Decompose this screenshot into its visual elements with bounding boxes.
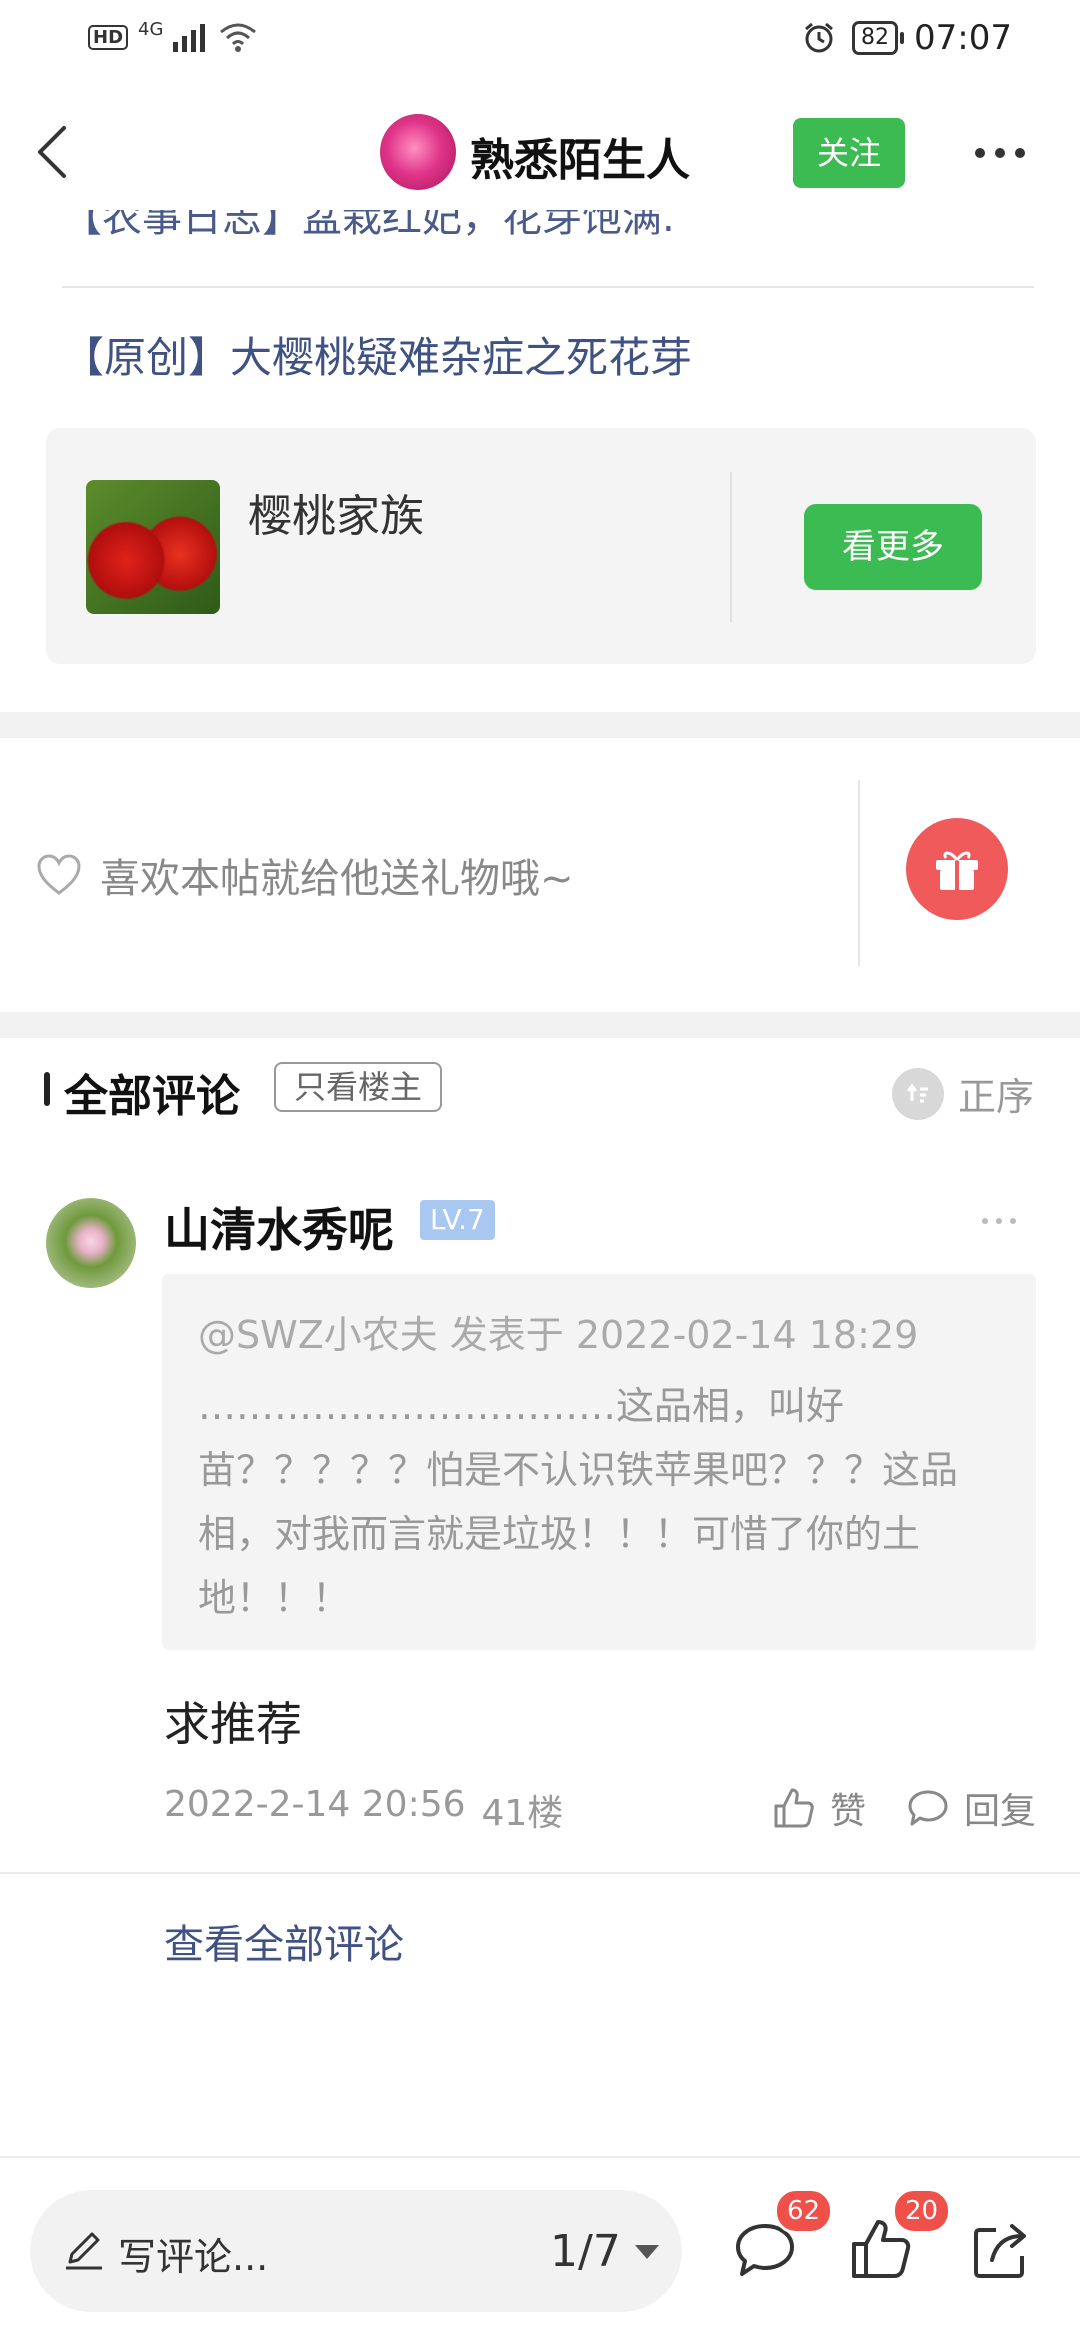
alarm-icon <box>805 22 833 53</box>
gift-button[interactable] <box>906 818 1008 920</box>
gift-separator <box>858 780 860 966</box>
comment-text: 求推荐 <box>164 1697 302 1751</box>
gift-prompt: 喜欢本帖就给他送礼物哦~ <box>36 846 574 904</box>
gift-prompt-text: 喜欢本帖就给他送礼物哦~ <box>100 856 574 902</box>
more-options-icon[interactable] <box>975 138 1035 168</box>
write-comment-placeholder: 写评论... <box>118 2235 269 2279</box>
quote-body: ……………………………这品相，叫好苗？？？？？怕是不认识铁苹果吧？？？这品相，对… <box>198 1384 959 1620</box>
like-button[interactable]: 赞 <box>772 1782 866 1834</box>
author-avatar[interactable] <box>380 114 456 190</box>
caret-down-icon <box>634 2244 659 2259</box>
level-badge: LV.7 <box>420 1200 495 1240</box>
section-separator <box>0 1012 1080 1038</box>
author-name[interactable]: 熟悉陌生人 <box>470 124 690 188</box>
signal-icon <box>173 24 206 52</box>
status-bar: HD 4G 82 07:07 <box>0 0 1080 80</box>
only-owner-button[interactable]: 只看楼主 <box>274 1062 443 1112</box>
battery-indicator: 82 <box>852 21 905 55</box>
reply-button[interactable]: 回复 <box>906 1782 1036 1834</box>
comment-floor: 41楼 <box>481 1793 564 1834</box>
wifi-icon <box>220 23 257 52</box>
section-marker <box>44 1072 50 1106</box>
write-comment-input[interactable]: 写评论... 1/7 <box>30 2190 682 2312</box>
thumbs-up-icon <box>774 1788 814 1828</box>
sort-order-toggle[interactable]: 正序 <box>891 1066 1034 1121</box>
top-nav: 熟悉陌生人 关注 <box>0 90 1080 210</box>
forum-thumbnail <box>86 480 220 614</box>
sort-order-label: 正序 <box>957 1075 1034 1119</box>
follow-button[interactable]: 关注 <box>793 118 905 188</box>
commenter-avatar[interactable] <box>46 1198 136 1288</box>
reply-label: 回复 <box>963 1791 1036 1832</box>
comment-date: 2022-2-14 20:56 <box>164 1784 466 1825</box>
section-separator <box>0 712 1080 738</box>
status-left: HD 4G <box>88 18 257 52</box>
divider <box>62 286 1034 288</box>
page-indicator-label: 1/7 <box>550 2226 621 2277</box>
commenter-name[interactable]: 山清水秀呢 <box>164 1194 394 1260</box>
clock: 07:07 <box>914 18 1012 58</box>
like-count-badge: 20 <box>892 2188 952 2234</box>
share-icon <box>974 2224 1026 2278</box>
forum-name: 樱桃家族 <box>248 491 424 542</box>
related-post-link-text: 【农事日志】盆栽红妃，花芽饱满. <box>62 210 675 241</box>
quote-header: @SWZ小农夫 发表于 2022-02-14 18:29 <box>198 1313 919 1357</box>
forum-card[interactable]: 樱桃家族 看更多 <box>46 428 1036 664</box>
see-more-button[interactable]: 看更多 <box>804 504 982 590</box>
hd-badge: HD <box>88 24 129 50</box>
related-post-link[interactable]: 【农事日志】盆栽红妃，花芽饱满. <box>62 210 675 246</box>
back-arrow-icon[interactable] <box>28 122 78 182</box>
heart-icon <box>37 854 81 895</box>
comment-actions: 赞 回复 <box>772 1782 1036 1834</box>
page-indicator[interactable]: 1/7 <box>550 2226 659 2277</box>
view-all-comments-link[interactable]: 查看全部评论 <box>164 1912 404 1970</box>
bottom-bar: 写评论... 1/7 62 20 <box>0 2156 1080 2342</box>
quoted-comment[interactable]: @SWZ小农夫 发表于 2022-02-14 18:29 ……………………………… <box>162 1274 1036 1650</box>
comment-meta: 2022-2-14 20:56 41楼 <box>164 1784 563 1836</box>
gift-icon <box>936 851 978 890</box>
pen-icon <box>66 2232 102 2270</box>
sort-icon <box>891 1067 944 1120</box>
status-right: 82 07:07 <box>802 18 1012 58</box>
divider <box>0 1872 1080 1874</box>
comments-title: 全部评论 <box>64 1071 240 1122</box>
reply-bubble-icon <box>908 1790 948 1826</box>
comment-count-badge: 62 <box>774 2188 834 2234</box>
forum-card-separator <box>730 472 732 622</box>
original-post-link[interactable]: 【原创】大樱桃疑难杂症之死花芽 <box>62 324 692 385</box>
like-label: 赞 <box>829 1791 866 1832</box>
network-label: 4G <box>138 18 164 40</box>
comment-more-icon[interactable] <box>982 1218 1016 1224</box>
share-button[interactable] <box>966 2216 1036 2286</box>
